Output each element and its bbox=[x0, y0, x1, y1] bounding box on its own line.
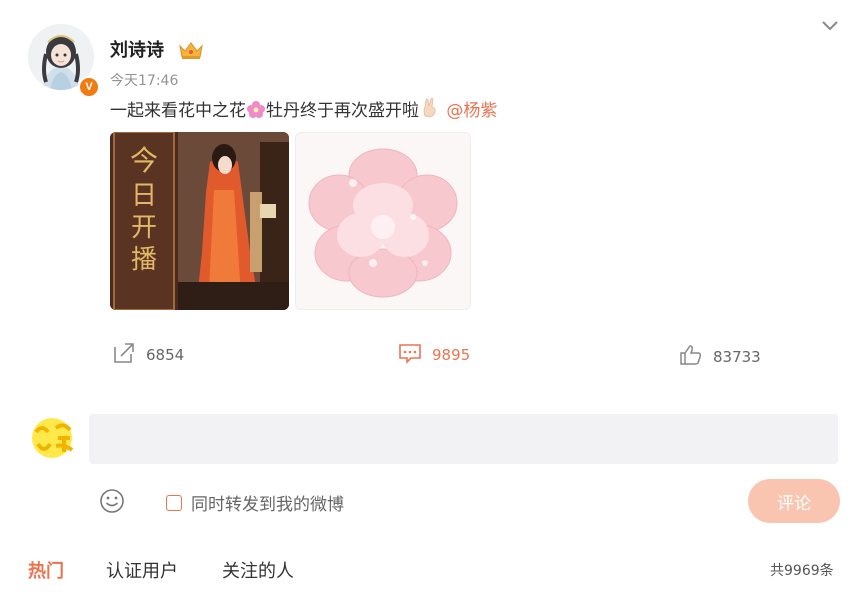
svg-text:日: 日 bbox=[131, 181, 157, 211]
repost-label: 同时转发到我的微博 bbox=[191, 495, 344, 515]
share-icon bbox=[112, 342, 136, 368]
mention-link[interactable]: @杨紫 bbox=[446, 101, 497, 121]
tab-verified-users[interactable]: 认证用户 bbox=[106, 557, 178, 583]
image-text-1: 今 bbox=[130, 144, 158, 177]
flower-emoji-icon bbox=[246, 100, 266, 123]
post-image-1[interactable]: 今 日 开 播 bbox=[110, 132, 289, 310]
tab-following[interactable]: 关注的人 bbox=[222, 557, 294, 583]
share-count: 6854 bbox=[146, 346, 185, 364]
comment-count: 9895 bbox=[432, 346, 471, 364]
post-time[interactable]: 今天17:46 bbox=[110, 70, 178, 90]
comment-icon bbox=[398, 342, 422, 368]
thumbs-up-icon bbox=[679, 344, 703, 370]
tab-hot[interactable]: 热门 bbox=[28, 557, 64, 583]
peace-hand-emoji-icon bbox=[419, 97, 441, 123]
my-avatar[interactable] bbox=[28, 414, 76, 462]
post-text: 一起来看花中之花 牡丹终于再次盛开啦 @杨紫 bbox=[110, 96, 497, 123]
post-text-part1: 一起来看花中之花 bbox=[110, 101, 246, 121]
like-count: 83733 bbox=[713, 348, 761, 366]
share-button[interactable]: 6854 bbox=[112, 342, 184, 368]
total-comment-count: 共9969条 bbox=[770, 563, 834, 579]
verified-badge-icon: V bbox=[78, 76, 100, 98]
chevron-down-icon[interactable] bbox=[820, 18, 840, 37]
svg-text:播: 播 bbox=[131, 245, 157, 275]
checkbox-box[interactable] bbox=[166, 494, 182, 511]
comment-input[interactable] bbox=[89, 414, 838, 464]
crown-icon bbox=[178, 40, 204, 64]
like-button[interactable]: 83733 bbox=[679, 344, 761, 370]
comment-button[interactable]: 9895 bbox=[398, 342, 470, 368]
repost-checkbox[interactable]: 同时转发到我的微博 bbox=[166, 490, 344, 515]
post-text-part2: 牡丹终于再次盛开啦 bbox=[266, 101, 419, 121]
emoji-icon[interactable] bbox=[98, 487, 126, 519]
svg-text:开: 开 bbox=[131, 213, 157, 243]
submit-comment-button[interactable]: 评论 bbox=[748, 479, 840, 523]
author-name[interactable]: 刘诗诗 bbox=[110, 36, 164, 62]
post-image-2[interactable] bbox=[295, 132, 471, 310]
